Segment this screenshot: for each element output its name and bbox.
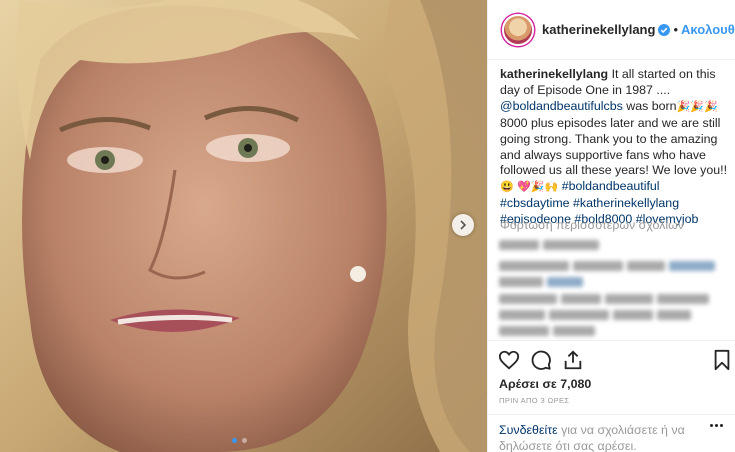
header-separator: • (673, 22, 679, 37)
blurred-comment (499, 261, 715, 293)
caption-username[interactable]: katherinekellylang (500, 67, 608, 81)
signin-link[interactable]: Συνδεθείτε (499, 423, 558, 437)
mention-link[interactable]: @boldandbeautifulcbs (500, 99, 623, 113)
more-options-icon[interactable] (710, 424, 724, 428)
comment-icon[interactable] (530, 349, 552, 371)
heart-party-emoji: 💖🎉🙌 (517, 181, 559, 194)
header-username[interactable]: katherinekellylang (542, 22, 655, 37)
follow-button[interactable]: Ακολουθήστε (681, 22, 735, 37)
caption-text-3: 8000 plus episodes later and we are stil… (500, 115, 728, 178)
hashtag-link[interactable]: #boldandbeautiful (562, 179, 660, 193)
hashtag-link[interactable]: #katherinekellylang (573, 196, 679, 210)
post-header: katherinekellylang • Ακολουθήστε (488, 0, 735, 60)
login-prompt: Συνδεθείτε για να σχολιάσετε ή να δηλώσε… (487, 414, 735, 452)
carousel-indicator (232, 438, 247, 443)
caption-text-2: was born (622, 98, 677, 113)
blurred-comment (499, 294, 709, 342)
share-icon[interactable] (562, 349, 584, 371)
woman-portrait-image (0, 0, 487, 452)
next-arrow-icon (460, 220, 467, 230)
heart-icon[interactable] (498, 349, 520, 371)
likes-count[interactable]: Αρέσει σε 7,080 (499, 377, 591, 391)
carousel-dot-active (232, 438, 237, 443)
post-photo (0, 0, 487, 452)
blurred-comment (499, 240, 599, 256)
avatar[interactable] (502, 13, 534, 46)
post-caption: katherinekellylang It all started on thi… (500, 67, 732, 228)
smile-emoji: 😃 (500, 181, 514, 194)
party-emoji: 🎉🎉🎉 (676, 100, 718, 113)
post-timestamp: ΠΡΙΝ ΑΠΟ 3 ΩΡΕΣ (499, 396, 570, 405)
next-slide-button[interactable] (452, 214, 474, 236)
load-more-comments-link[interactable]: Φόρτωση περισσότερων σχολίων (500, 218, 684, 232)
hashtag-link[interactable]: #cbsdaytime (500, 196, 570, 210)
bookmark-icon[interactable] (711, 349, 733, 371)
carousel-dot (242, 438, 247, 443)
verified-badge-icon (658, 23, 671, 36)
action-bar (487, 340, 735, 376)
